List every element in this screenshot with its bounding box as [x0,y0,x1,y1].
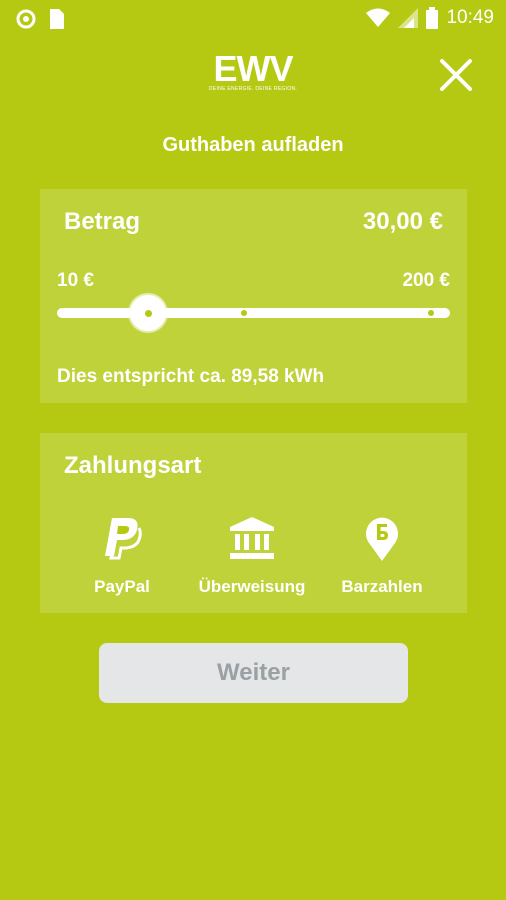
bank-icon [230,517,274,559]
slider-max-label: 200 € [402,270,450,291]
payment-option-transfer[interactable]: Überweisung [187,515,317,597]
payment-option-barzahlen[interactable]: Barzahlen [317,515,447,597]
sim-card-icon [50,9,64,29]
payment-option-label: Überweisung [198,577,306,596]
kwh-equivalent-text: Dies entspricht ca. 89,58 kWh [57,366,325,387]
page-title: Guthaben aufladen [162,134,344,156]
payment-method-title: Zahlungsart [64,452,202,479]
amount-card: Betrag 30,00 € 10 € 200 € Dies entsprich… [40,189,467,403]
slider-thumb-dot [145,310,153,317]
payment-method-card: Zahlungsart PayPal Überweisung Barzahlen [40,433,467,613]
sync-status-icon [16,9,36,29]
battery-icon [426,7,439,29]
amount-label: Betrag [64,208,141,235]
payment-option-label: PayPal [94,577,150,596]
slider-track[interactable] [57,308,450,318]
barzahlen-pin-icon [366,517,398,561]
clock: 10:49 [446,7,494,28]
next-button[interactable]: Weiter [99,643,408,703]
logo-wordmark: EWV [213,48,293,89]
amount-value: 30,00 € [362,208,443,235]
payment-option-paypal[interactable]: PayPal [57,515,187,597]
slider-tick [241,310,247,316]
ewv-logo: EWV DEINE ENERGIE. DEINE REGION. [206,48,300,98]
payment-option-label: Barzahlen [341,577,423,596]
slider-thumb[interactable] [130,295,167,331]
paypal-icon [105,518,142,560]
wifi-icon [366,8,391,27]
slider-min-label: 10 € [57,270,94,291]
logo-tagline: DEINE ENERGIE. DEINE REGION. [208,86,298,92]
slider-tick [428,310,434,316]
signal-icon [398,8,419,28]
status-bar: 10:49 [0,0,506,36]
close-icon [440,59,472,91]
amount-slider[interactable] [57,295,450,331]
close-button[interactable] [436,55,476,95]
